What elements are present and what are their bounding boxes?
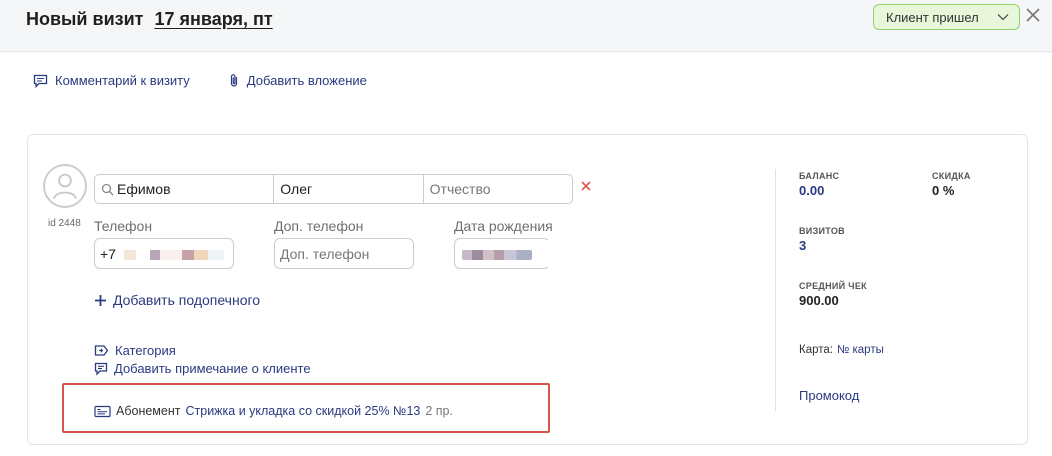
plus-icon	[95, 294, 106, 306]
visits-value[interactable]: 3	[799, 238, 806, 253]
client-status-dropdown[interactable]: Клиент пришел	[873, 4, 1020, 30]
discount-label: СКИДКА	[932, 171, 971, 181]
visit-body: Комментарий к визиту Добавить вложение i…	[0, 53, 1052, 456]
search-icon	[101, 183, 114, 196]
stats-divider	[775, 169, 776, 411]
title-text: Новый визит	[26, 9, 144, 29]
balance-value[interactable]: 0.00	[799, 183, 824, 198]
loyalty-card-row: Карта: № карты	[799, 344, 884, 356]
client-id: id 2448	[48, 218, 81, 229]
attachment-label: Добавить вложение	[246, 73, 367, 88]
add-attachment-link[interactable]: Добавить вложение	[228, 73, 367, 88]
subscription-name-link[interactable]: Стрижка и укладка со скидкой 25% №13	[185, 404, 420, 418]
first-name-field[interactable]: Олег	[273, 175, 422, 203]
add-note-label: Добавить примечание о клиенте	[114, 361, 311, 376]
birthdate-label: Дата рождения	[454, 218, 553, 234]
extra-phone-field[interactable]: Доп. телефон	[274, 238, 414, 269]
promo-code-link[interactable]: Промокод	[799, 388, 859, 403]
middle-name-placeholder: Отчество	[429, 181, 491, 197]
avg-check-value: 900.00	[799, 293, 839, 308]
visit-header: Новый визит 17 января, пт Клиент пришел	[0, 0, 1052, 52]
discount-value: 0 %	[932, 183, 955, 198]
last-name-value: Ефимов	[117, 181, 171, 197]
category-label: Категория	[115, 343, 176, 358]
add-ward-label: Добавить подопечного	[113, 292, 261, 308]
first-name-value: Олег	[280, 181, 313, 197]
subscription-card-icon	[94, 405, 111, 417]
visits-label: ВИЗИТОВ	[799, 226, 845, 236]
phone-label: Телефон	[94, 218, 153, 234]
client-card: id 2448 Ефимов Олег Отчество Телефон +7 …	[27, 134, 1028, 445]
visit-actions: Комментарий к визиту Добавить вложение	[33, 73, 367, 88]
add-client-note-link[interactable]: Добавить примечание о клиенте	[94, 361, 311, 376]
paperclip-icon	[230, 74, 237, 87]
phone-prefix: +7	[100, 246, 116, 262]
add-ward-link[interactable]: Добавить подопечного	[94, 292, 260, 308]
extra-phone-placeholder: Доп. телефон	[280, 246, 370, 262]
note-icon	[94, 362, 108, 376]
page-title: Новый визит 17 января, пт	[26, 9, 273, 30]
clear-client-icon[interactable]	[579, 179, 593, 193]
extra-phone-label: Доп. телефон	[274, 218, 364, 234]
comment-label: Комментарий к визиту	[55, 73, 190, 88]
status-label: Клиент пришел	[886, 10, 979, 25]
phone-redacted	[123, 250, 224, 261]
card-label: Карта:	[799, 344, 833, 356]
category-link[interactable]: Категория	[94, 343, 176, 358]
comment-to-visit-link[interactable]: Комментарий к визиту	[33, 73, 190, 88]
birthdate-redacted	[462, 250, 532, 261]
last-name-field[interactable]: Ефимов	[95, 175, 273, 203]
middle-name-field[interactable]: Отчество	[422, 175, 572, 203]
subscription-row: Абонемент Стрижка и укладка со скидкой 2…	[94, 404, 453, 418]
tag-icon	[94, 345, 109, 356]
card-number-link[interactable]: № карты	[837, 344, 884, 356]
balance-label: БАЛАНС	[799, 171, 840, 181]
subscription-prefix: Абонемент	[116, 404, 181, 418]
phone-field[interactable]: +7	[94, 238, 234, 269]
subscription-count: 2 пр.	[425, 404, 453, 418]
avg-check-label: СРЕДНИЙ ЧЕК	[799, 281, 867, 291]
avatar-icon[interactable]	[43, 164, 87, 208]
client-name-fields: Ефимов Олег Отчество	[94, 174, 573, 204]
comment-icon	[33, 74, 48, 88]
birthdate-field[interactable]	[454, 238, 550, 269]
visit-date-link[interactable]: 17 января, пт	[154, 9, 272, 29]
chevron-down-icon	[997, 14, 1009, 21]
close-icon[interactable]	[1024, 6, 1042, 24]
